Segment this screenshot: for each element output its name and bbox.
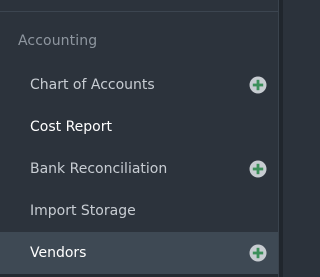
sidebar-item-label: Vendors: [30, 245, 87, 261]
sidebar-item-bank-reconciliation[interactable]: Bank Reconciliation: [0, 148, 278, 190]
sidebar-item-label: Bank Reconciliation: [30, 161, 168, 177]
sidebar-item-label: Cost Report: [30, 119, 112, 135]
plus-circle-icon[interactable]: [249, 244, 267, 262]
sidebar-item-chart-of-accounts[interactable]: Chart of Accounts: [0, 64, 278, 106]
sidebar-item-vendors[interactable]: Vendors: [0, 232, 278, 274]
section-heading-accounting: Accounting: [18, 33, 98, 49]
sidebar-scroll-gutter: [279, 0, 283, 277]
plus-circle-icon[interactable]: [249, 76, 267, 94]
sidebar-item-label: Import Storage: [30, 203, 136, 219]
sidebar-item-import-storage[interactable]: Import Storage: [0, 190, 278, 232]
sidebar-item-label: Chart of Accounts: [30, 77, 155, 93]
sidebar: Accounting Chart of Accounts Cost Report…: [0, 0, 279, 277]
top-divider: [0, 11, 278, 12]
sidebar-item-cost-report[interactable]: Cost Report: [0, 106, 278, 148]
plus-circle-icon[interactable]: [249, 160, 267, 178]
